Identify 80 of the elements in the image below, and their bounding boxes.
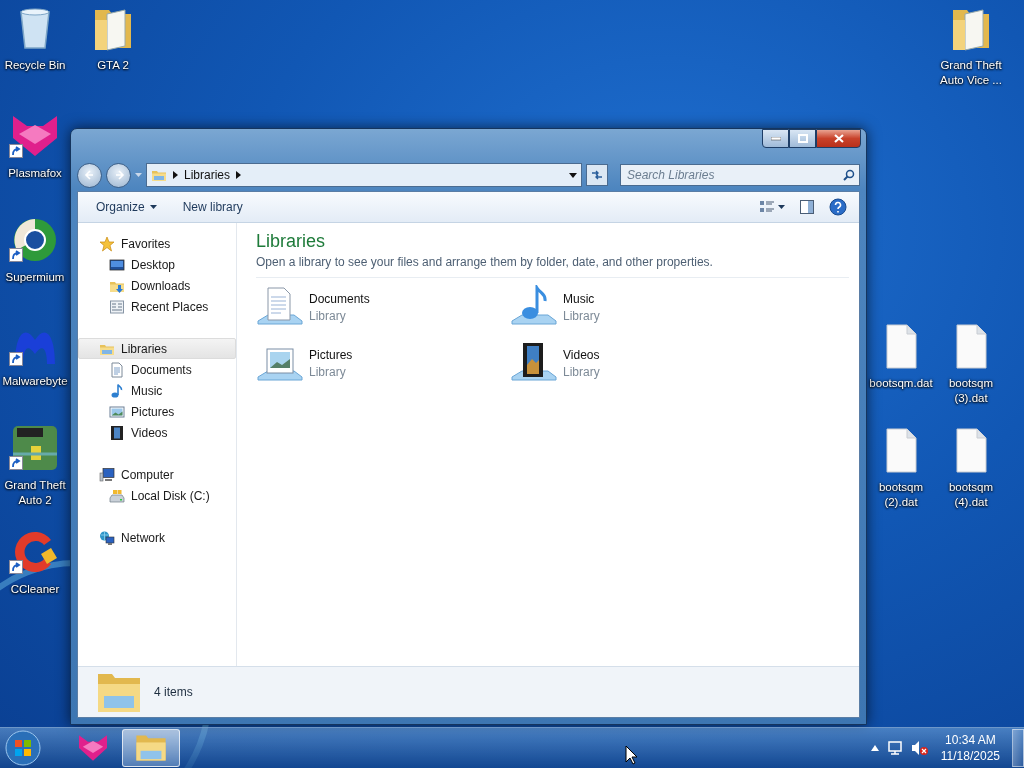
chevron-icon	[173, 171, 178, 179]
computer-icon	[99, 466, 115, 483]
toolbar-button[interactable]: Organize	[86, 196, 167, 218]
nav-item[interactable]: Documents	[78, 359, 236, 380]
nav-item[interactable]: Local Disk (C:)	[78, 485, 236, 506]
windows-orb-icon	[5, 730, 41, 766]
film-strip-icon	[109, 424, 125, 441]
maximize-icon	[797, 134, 808, 143]
caret-icon	[149, 205, 157, 209]
help-icon	[829, 198, 847, 216]
nav-item[interactable]: Libraries	[78, 338, 236, 359]
desktop-icon-label[interactable]: bootsqm.dat	[869, 376, 933, 391]
desktop-icon-label[interactable]: Supermium	[5, 270, 65, 285]
caret-icon	[135, 172, 142, 178]
item-count: 4 items	[154, 685, 193, 699]
monitor-icon	[109, 256, 125, 273]
back-arrow-icon	[83, 169, 96, 181]
nav-item[interactable]: Videos	[78, 422, 236, 443]
hard-disk-icon	[109, 487, 125, 504]
library-item[interactable]: Videos Library	[510, 340, 764, 386]
document-icon	[109, 361, 125, 378]
recent-places-icon	[109, 298, 125, 315]
taskbar-button[interactable]	[122, 729, 180, 767]
desktop-icon-label[interactable]: Grand Theft Auto 2	[0, 478, 70, 508]
toolbar-button[interactable]: New library	[172, 196, 253, 218]
desktop-icon-label[interactable]: bootsqm (3).dat	[936, 376, 1006, 406]
desktop-icon-label[interactable]: Grand Theft Auto Vice ...	[936, 58, 1006, 88]
search-icon	[843, 169, 855, 181]
refresh-button[interactable]	[586, 164, 608, 186]
desktop-icon-label[interactable]: bootsqm (2).dat	[866, 480, 936, 510]
library-item[interactable]: Pictures Library	[256, 340, 510, 386]
star-icon	[99, 235, 115, 252]
pointer-icon	[625, 745, 638, 765]
nav-item[interactable]: Downloads	[78, 275, 236, 296]
nav-item[interactable]: Recent Places	[78, 296, 236, 317]
page-title: Libraries	[256, 231, 327, 251]
close-button[interactable]	[816, 129, 861, 148]
library-item[interactable]: Documents Library	[256, 284, 510, 330]
nav-item[interactable]: Favorites	[78, 233, 236, 254]
breadcrumb[interactable]: Libraries	[184, 168, 231, 182]
forward-button[interactable]	[106, 162, 131, 188]
search-field[interactable]: Search Libraries	[620, 164, 860, 186]
fox-face-icon	[77, 734, 109, 762]
details-view-icon	[759, 199, 775, 215]
nav-item[interactable]: Desktop	[78, 254, 236, 275]
nav-item[interactable]: Network	[78, 527, 236, 548]
folder-icon	[135, 734, 167, 762]
music-note-icon	[109, 382, 125, 399]
minimize-button[interactable]	[762, 129, 789, 148]
nav-item[interactable]: Music	[78, 380, 236, 401]
network-icon	[99, 529, 115, 546]
clock-date[interactable]: 11/18/2025	[940, 748, 1000, 764]
speaker-muted-icon	[910, 740, 929, 756]
chevron-icon	[236, 171, 242, 179]
refresh-icon	[590, 169, 604, 181]
nav-item[interactable]: Pictures	[78, 401, 236, 422]
caret-icon	[569, 172, 577, 178]
desktop-icon-label[interactable]: Malwarebyte	[2, 374, 68, 389]
globe-browser-icon	[11, 216, 59, 264]
address-bar[interactable]: Libraries	[146, 163, 582, 187]
desktop-icon-label[interactable]: bootsqm (4).dat	[936, 480, 1006, 510]
desktop-icon-label[interactable]: Recycle Bin	[4, 58, 66, 73]
game-box-icon	[11, 424, 59, 472]
desktop-icon-label[interactable]: Plasmafox	[8, 166, 62, 181]
show-desktop-button[interactable]	[1012, 729, 1024, 767]
maximize-button[interactable]	[789, 129, 816, 148]
close-icon	[833, 134, 844, 143]
preview-pane-icon	[799, 199, 815, 215]
library-item[interactable]: Music Library	[510, 284, 764, 330]
nav-item[interactable]: Computer	[78, 464, 236, 485]
picture-icon	[109, 403, 125, 420]
back-button[interactable]	[77, 162, 102, 188]
network-icon	[886, 740, 903, 756]
desktop-icon-label[interactable]: GTA 2	[97, 58, 129, 73]
clock-time[interactable]: 10:34 AM	[940, 732, 1000, 748]
page-description: Open a library to see your files and arrange them by folder, date, and other properties.	[256, 255, 849, 278]
caret-icon	[778, 205, 785, 209]
desktop-icon-label[interactable]: CCleaner	[10, 582, 60, 597]
minimize-icon	[770, 136, 781, 141]
up-arrow-icon	[870, 745, 879, 751]
